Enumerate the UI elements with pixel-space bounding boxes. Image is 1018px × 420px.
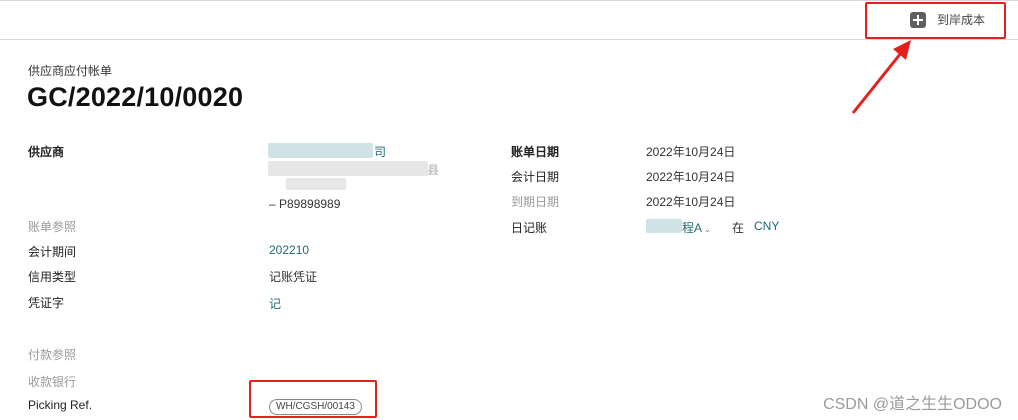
journal-value-text: 程A bbox=[682, 221, 703, 235]
bill-date-value[interactable]: 2022年10月24日 bbox=[646, 143, 735, 160]
highlight-box-picking-ref bbox=[249, 380, 377, 418]
annotation-arrow bbox=[851, 40, 911, 114]
redacted-vendor-address bbox=[268, 161, 428, 176]
due-date-value[interactable]: 2022年10月24日 bbox=[646, 193, 735, 210]
redacted-vendor-address-2 bbox=[286, 178, 346, 190]
vendor-code: – P89898989 bbox=[269, 197, 341, 211]
redacted-journal bbox=[646, 219, 682, 233]
due-date-label: 到期日期 bbox=[511, 195, 560, 209]
accounting-date-label: 会计日期 bbox=[511, 170, 560, 184]
journal-in-label: 在 bbox=[732, 221, 745, 235]
period-label: 会计期间 bbox=[28, 245, 77, 259]
watermark: CSDN @道之生生ODOO bbox=[823, 396, 1002, 413]
page-title: GC/2022/10/0020 bbox=[27, 82, 244, 112]
vendor-address-suffix: 县 bbox=[427, 163, 440, 177]
voucher-value[interactable]: 记 bbox=[269, 295, 281, 312]
credit-type-label: 信用类型 bbox=[28, 270, 77, 284]
payment-reference-label: 付款参照 bbox=[28, 348, 77, 362]
credit-type-value: 记账凭证 bbox=[269, 270, 318, 284]
vendor-label: 供应商 bbox=[28, 145, 65, 159]
journal-value[interactable]: 程A ⌄ bbox=[682, 219, 711, 236]
vendor-name-suffix[interactable]: 司 bbox=[374, 143, 386, 160]
currency-value[interactable]: CNY bbox=[754, 219, 779, 233]
period-value[interactable]: 202210 bbox=[269, 243, 309, 257]
receiving-bank-label: 收款银行 bbox=[28, 375, 77, 389]
highlight-box-landed-cost bbox=[865, 2, 1006, 39]
voucher-label: 凭证字 bbox=[28, 296, 65, 310]
bill-date-label: 账单日期 bbox=[511, 145, 560, 159]
redacted-vendor-name bbox=[268, 143, 373, 158]
bill-reference-label: 账单参照 bbox=[28, 220, 77, 234]
document-type: 供应商应付帐单 bbox=[28, 64, 113, 78]
journal-label: 日记账 bbox=[511, 221, 548, 235]
picking-ref-label: Picking Ref. bbox=[28, 398, 93, 412]
chevron-down-icon: ⌄ bbox=[704, 225, 711, 234]
accounting-date-value[interactable]: 2022年10月24日 bbox=[646, 168, 735, 185]
